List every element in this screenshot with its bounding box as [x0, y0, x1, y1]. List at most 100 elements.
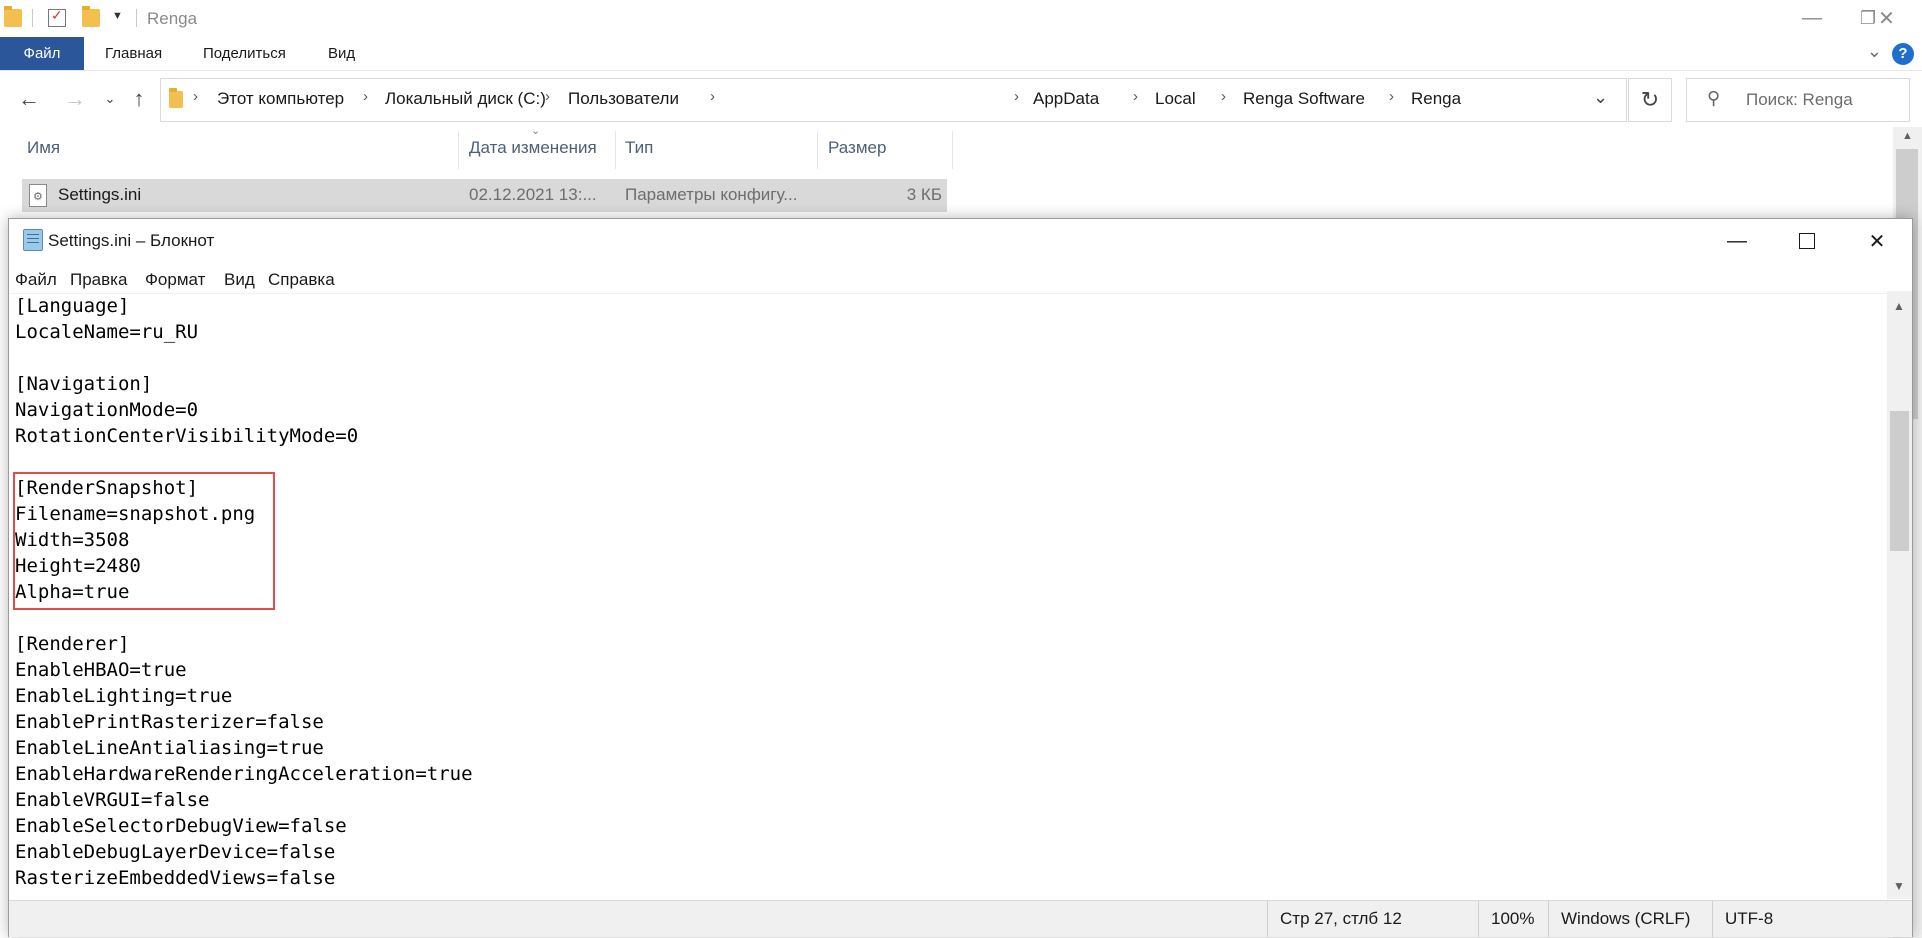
- breadcrumb-separator-icon[interactable]: ›: [710, 88, 715, 105]
- file-name: Settings.ini: [58, 185, 142, 204]
- address-bar[interactable]: › Этот компьютер › Локальный диск (C:) ›…: [160, 78, 1627, 122]
- text-line: Filename=snapshot.png: [15, 503, 256, 525]
- column-divider[interactable]: [458, 131, 459, 169]
- explorer-titlebar: ✓ ▼ Renga — ❐ ✕: [0, 0, 1922, 37]
- text-line: EnableVRGUI=false: [15, 789, 210, 811]
- column-divider[interactable]: [817, 131, 818, 169]
- recent-locations-chevron-icon[interactable]: ⌄: [96, 85, 124, 113]
- customize-toolbar-chevron-icon[interactable]: ▼: [112, 10, 123, 22]
- new-folder-icon[interactable]: [82, 6, 100, 27]
- menu-file[interactable]: Файл: [15, 270, 57, 290]
- breadcrumb-separator-icon[interactable]: ›: [193, 88, 198, 105]
- breadcrumb-renga-software[interactable]: Renga Software: [1243, 89, 1365, 109]
- column-divider[interactable]: [615, 131, 616, 169]
- file-size: 3 КБ: [906, 185, 942, 204]
- close-button[interactable]: ✕: [1851, 0, 1922, 37]
- notepad-menu-bar: Файл Правка Формат Вид Справка: [9, 263, 1912, 294]
- menu-view[interactable]: Вид: [224, 270, 255, 290]
- search-icon: ⚲: [1707, 88, 1721, 108]
- breadcrumb-separator-icon[interactable]: ›: [1133, 88, 1138, 105]
- status-encoding: UTF-8: [1712, 901, 1913, 937]
- tab-share[interactable]: Поделиться: [189, 37, 300, 70]
- maximize-button[interactable]: [1772, 219, 1842, 263]
- text-line: Height=2480: [15, 555, 141, 577]
- search-input[interactable]: ⚲ Поиск: Renga: [1686, 78, 1910, 122]
- navigation-bar: ← → ⌄ ↑ › Этот компьютер › Локальный дис…: [0, 71, 1922, 126]
- column-header-type[interactable]: Тип: [625, 127, 653, 169]
- column-header-size[interactable]: Размер: [828, 127, 886, 169]
- divider: [32, 9, 33, 27]
- tab-home[interactable]: Главная: [91, 37, 176, 70]
- menu-help[interactable]: Справка: [268, 270, 335, 290]
- scroll-down-arrow-icon[interactable]: ▼: [1893, 879, 1905, 893]
- breadcrumb-local-disk[interactable]: Локальный диск (C:): [385, 89, 546, 109]
- scroll-up-arrow-icon[interactable]: ▲: [1893, 299, 1905, 313]
- divider: [136, 9, 137, 27]
- address-history-chevron-icon[interactable]: ⌄: [1593, 87, 1608, 108]
- tab-file[interactable]: Файл: [0, 37, 84, 70]
- breadcrumb-separator-icon[interactable]: ›: [545, 88, 550, 105]
- text-line: NavigationMode=0: [15, 399, 199, 421]
- tab-view[interactable]: Вид: [314, 37, 369, 70]
- file-modified: 02.12.2021 13:...: [469, 185, 597, 204]
- breadcrumb-separator-icon[interactable]: ›: [1221, 88, 1226, 105]
- column-divider[interactable]: [952, 131, 953, 169]
- text-line: Width=3508: [15, 529, 130, 551]
- notepad-icon: [23, 229, 43, 251]
- breadcrumb-appdata[interactable]: AppData: [1033, 89, 1099, 109]
- breadcrumb-local[interactable]: Local: [1155, 89, 1196, 109]
- menu-edit[interactable]: Правка: [70, 270, 127, 290]
- text-line: EnableSelectorDebugView=false: [15, 815, 347, 837]
- text-line: [Navigation]: [15, 373, 153, 395]
- file-type: Параметры конфигу...: [625, 185, 798, 204]
- column-header-date-modified[interactable]: Дата изменения: [469, 127, 597, 169]
- breadcrumb-separator-icon[interactable]: ›: [363, 88, 368, 105]
- text-line: [Renderer]: [15, 633, 130, 655]
- status-bar: Стр 27, стлб 12 100% Windows (CRLF) UTF-…: [9, 900, 1912, 937]
- notepad-vertical-scrollbar[interactable]: ▲ ▼: [1887, 291, 1912, 899]
- close-button[interactable]: ✕: [1842, 219, 1912, 263]
- text-line: Alpha=true: [15, 581, 130, 603]
- status-cursor-position: Стр 27, стлб 12: [1267, 901, 1478, 937]
- minimize-button[interactable]: —: [1702, 219, 1772, 263]
- status-line-endings: Windows (CRLF): [1548, 901, 1713, 937]
- breadcrumb-this-pc[interactable]: Этот компьютер: [217, 89, 344, 109]
- folder-icon: [4, 6, 22, 27]
- menu-format[interactable]: Формат: [145, 270, 205, 290]
- breadcrumb-users[interactable]: Пользователи: [568, 89, 679, 109]
- help-icon[interactable]: ?: [1892, 43, 1914, 65]
- back-arrow-icon[interactable]: ←: [15, 85, 43, 113]
- up-arrow-icon[interactable]: ↑: [125, 85, 153, 113]
- folder-icon: [169, 88, 183, 108]
- file-row-selected[interactable]: ⚙ Settings.ini 02.12.2021 13:... Парамет…: [22, 179, 947, 212]
- breadcrumb-separator-icon[interactable]: ›: [1389, 88, 1394, 105]
- text-line: [RenderSnapshot]: [15, 477, 199, 499]
- notepad-titlebar: Settings.ini – Блокнот — ✕: [9, 219, 1912, 263]
- text-line: [Language]: [15, 295, 130, 317]
- text-line: RasterizeEmbeddedViews=false: [15, 867, 336, 889]
- text-line: EnableLighting=true: [15, 685, 233, 707]
- scrollbar-thumb[interactable]: [1890, 411, 1909, 551]
- breadcrumb-renga[interactable]: Renga: [1411, 89, 1461, 109]
- ini-file-icon: ⚙: [29, 184, 47, 207]
- ribbon-tabs: Файл Главная Поделиться Вид ⌄ ?: [0, 37, 1922, 71]
- text-line: EnableLineAntialiasing=true: [15, 737, 324, 759]
- text-line: EnableHBAO=true: [15, 659, 187, 681]
- breadcrumb-separator-icon[interactable]: ›: [1014, 88, 1019, 105]
- text-line: EnableDebugLayerDevice=false: [15, 841, 336, 863]
- explorer-window-title: Renga: [147, 9, 198, 28]
- text-line: LocaleName=ru_RU: [15, 321, 199, 343]
- forward-arrow-icon[interactable]: →: [61, 85, 89, 113]
- refresh-icon[interactable]: ↻: [1628, 78, 1672, 122]
- text-editor-area[interactable]: [Language] LocaleName=ru_RU [Navigation] Na…: [9, 291, 1887, 899]
- column-header-name[interactable]: Имя: [27, 127, 60, 169]
- expand-ribbon-chevron-icon[interactable]: ⌄: [1867, 41, 1882, 62]
- text-line: RotationCenterVisibilityMode=0: [15, 425, 359, 447]
- text-line: EnablePrintRasterizer=false: [15, 711, 324, 733]
- text-line: EnableHardwareRenderingAcceleration=true: [15, 763, 473, 785]
- search-placeholder: Поиск: Renga: [1746, 90, 1853, 109]
- status-zoom: 100%: [1478, 901, 1549, 937]
- scroll-up-arrow-icon[interactable]: ▲: [1902, 130, 1913, 142]
- notepad-window: Settings.ini – Блокнот — ✕ Файл Правка Ф…: [8, 218, 1913, 937]
- properties-icon[interactable]: ✓: [48, 7, 66, 27]
